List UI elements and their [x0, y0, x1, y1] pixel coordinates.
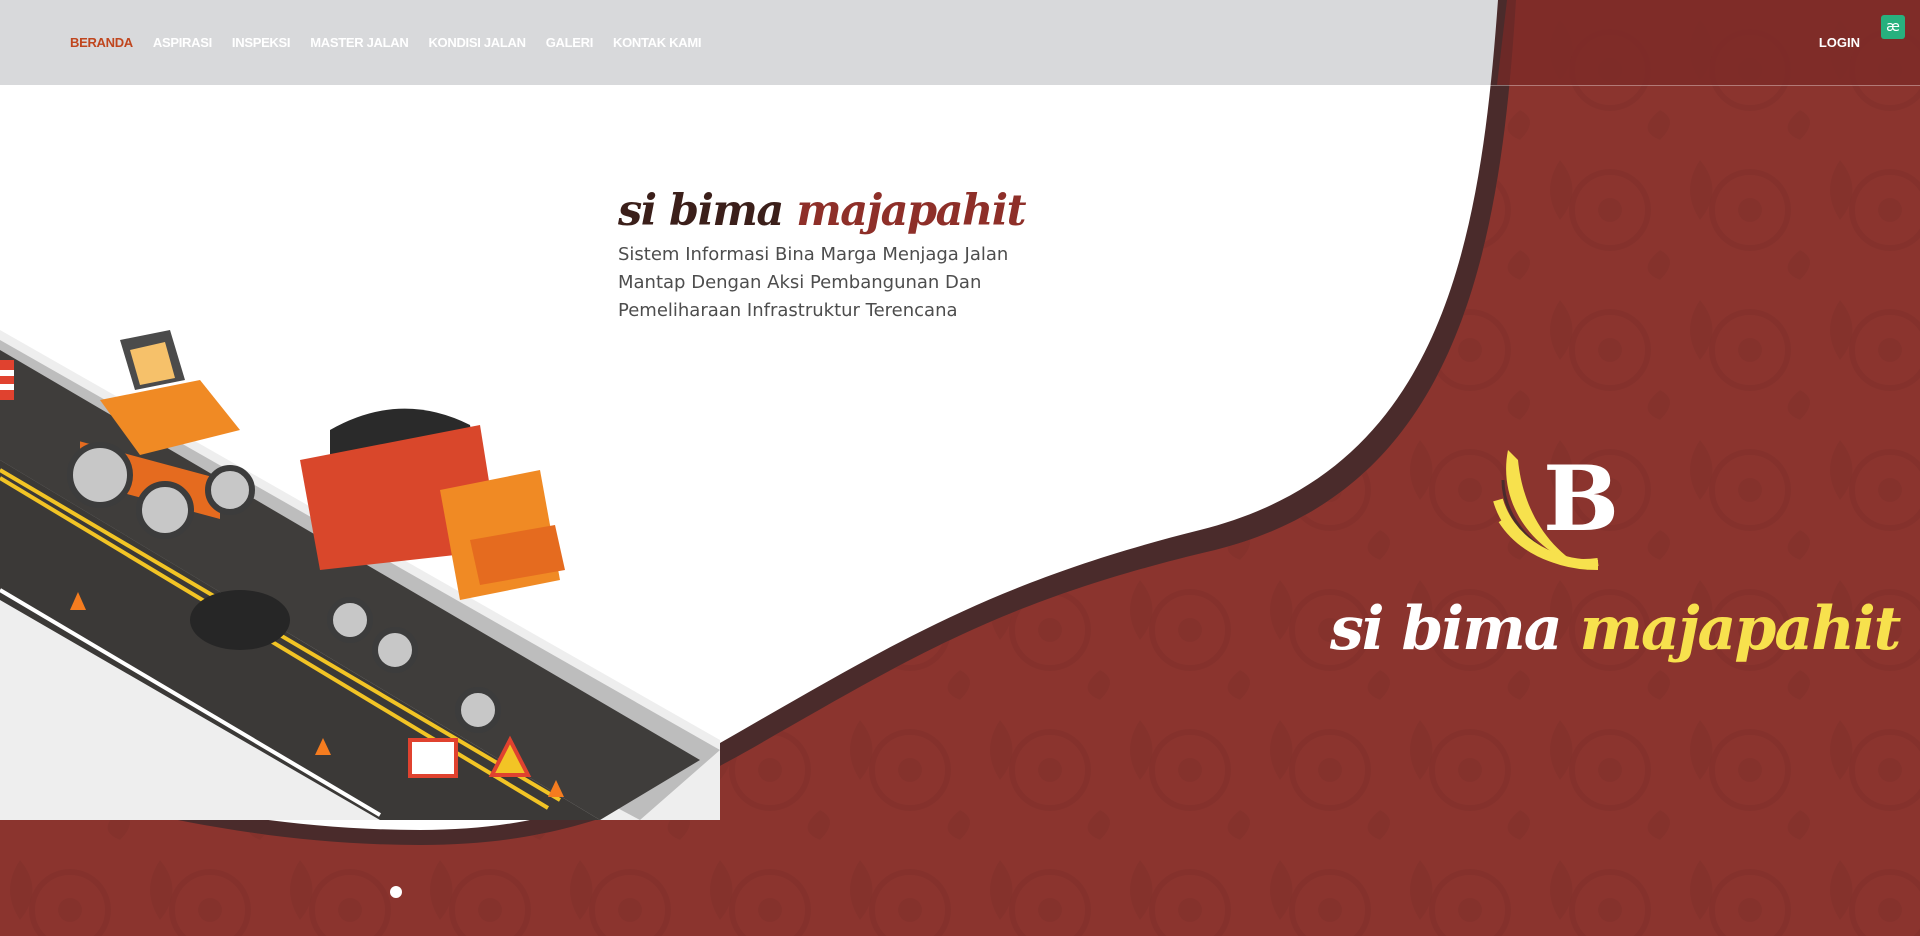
nav-item-galeri[interactable]: GALERI: [546, 35, 594, 50]
hero-brand-title: si bima majapahit: [618, 185, 1038, 237]
hero-tagline: Sistem Informasi Bina Marga Menjaga Jala…: [618, 244, 1009, 321]
road-construction-illustration: [0, 330, 720, 820]
nav-item-beranda[interactable]: BERANDA: [70, 35, 133, 50]
nav-item-aspirasi[interactable]: ASPIRASI: [153, 35, 212, 50]
logo-wordmark: si bima majapahit: [1330, 593, 1901, 665]
logo-wordmark-part2: majapahit: [1579, 594, 1901, 664]
svg-text:B: B: [1543, 446, 1619, 552]
nav-item-kontak-kami[interactable]: KONTAK KAMI: [613, 35, 701, 50]
nav-item-inspeksi[interactable]: INSPEKSI: [232, 35, 291, 50]
hero-text-block: si bima majapahit Sistem Informasi Bina …: [618, 185, 1038, 325]
nav-item-kondisi-jalan[interactable]: KONDISI JALAN: [428, 35, 526, 50]
hero-title-part1: si bima: [618, 186, 784, 236]
nav-menu: BERANDA ASPIRASI INSPEKSI MASTER JALAN K…: [70, 0, 701, 85]
ae-extension-icon[interactable]: æ: [1881, 15, 1905, 39]
bima-feather-b-logo-icon: B: [1493, 446, 1619, 570]
top-navbar: BERANDA ASPIRASI INSPEKSI MASTER JALAN K…: [0, 0, 1920, 86]
nav-item-master-jalan[interactable]: MASTER JALAN: [310, 35, 409, 50]
hero-title-part2: majapahit: [796, 186, 1026, 236]
carousel-indicator-dot[interactable]: [390, 886, 402, 898]
login-link[interactable]: LOGIN: [1819, 0, 1860, 85]
logo-wordmark-part1: si bima: [1330, 594, 1563, 664]
